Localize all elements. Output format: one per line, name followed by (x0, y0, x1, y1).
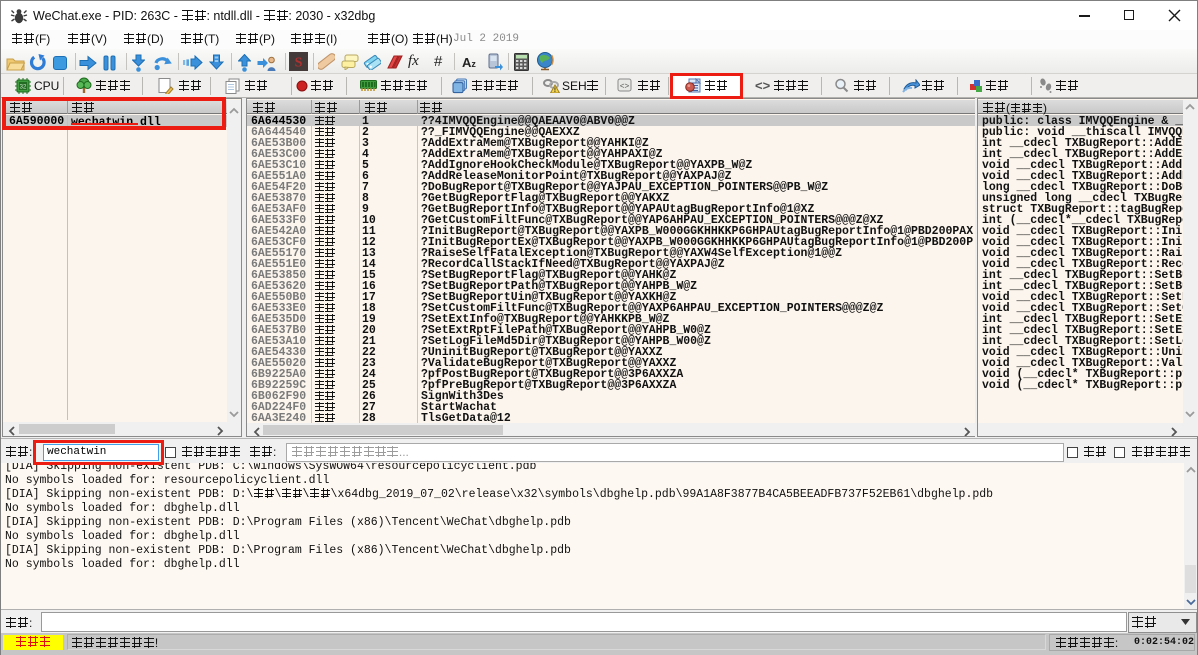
svg-text:S: S (295, 56, 303, 71)
svg-text:!: ! (554, 87, 556, 93)
svg-text:<>: <> (620, 83, 630, 92)
svg-text:32: 32 (20, 85, 27, 91)
